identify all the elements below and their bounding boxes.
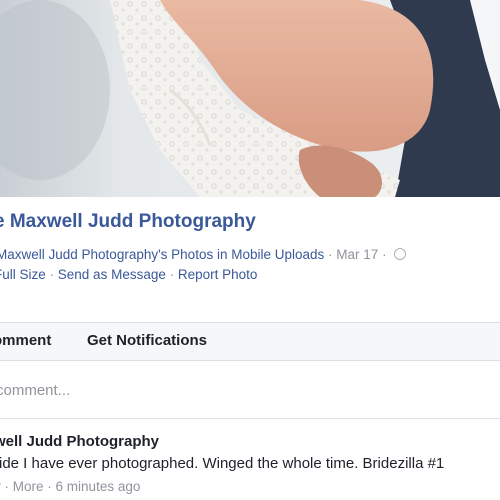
wedding-photo-image [0, 0, 500, 197]
page-name-link[interactable]: e Maxwell Judd Photography [0, 211, 256, 233]
separator-dot: · [169, 267, 178, 282]
divider [0, 418, 500, 419]
separator-dot: · [4, 479, 13, 494]
separator-dot: · [382, 247, 391, 262]
post-photo[interactable] [0, 0, 500, 197]
separator-dot: · [47, 479, 56, 494]
comment-meta: y · More · 6 minutes ago [0, 479, 140, 494]
action-bar: omment Get Notifications [0, 322, 500, 361]
photo-meta: Maxwell Judd Photography's Photos in Mob… [0, 247, 407, 262]
full-size-link[interactable]: Full Size [0, 267, 46, 282]
separator-dot: · [49, 267, 58, 282]
comment-author-link[interactable]: well Judd Photography [0, 433, 159, 450]
comment-button[interactable]: omment [0, 332, 51, 349]
globe-icon [394, 248, 407, 260]
comment-input[interactable] [0, 378, 500, 402]
album-link[interactable]: Maxwell Judd Photography's Photos in Mob… [0, 247, 324, 262]
get-notifications-button[interactable]: Get Notifications [87, 332, 207, 349]
comment-timestamp[interactable]: 6 minutes ago [56, 479, 141, 494]
send-as-message-link[interactable]: Send as Message [58, 267, 166, 282]
photo-actions: Full Size · Send as Message · Report Pho… [0, 267, 257, 282]
report-photo-link[interactable]: Report Photo [178, 267, 258, 282]
comment-more-link[interactable]: More [13, 479, 44, 494]
post-date[interactable]: Mar 17 [336, 247, 378, 262]
comment-reply-link[interactable]: y [0, 479, 1, 494]
comment-text: ride I have ever photographed. Winged th… [0, 455, 445, 472]
